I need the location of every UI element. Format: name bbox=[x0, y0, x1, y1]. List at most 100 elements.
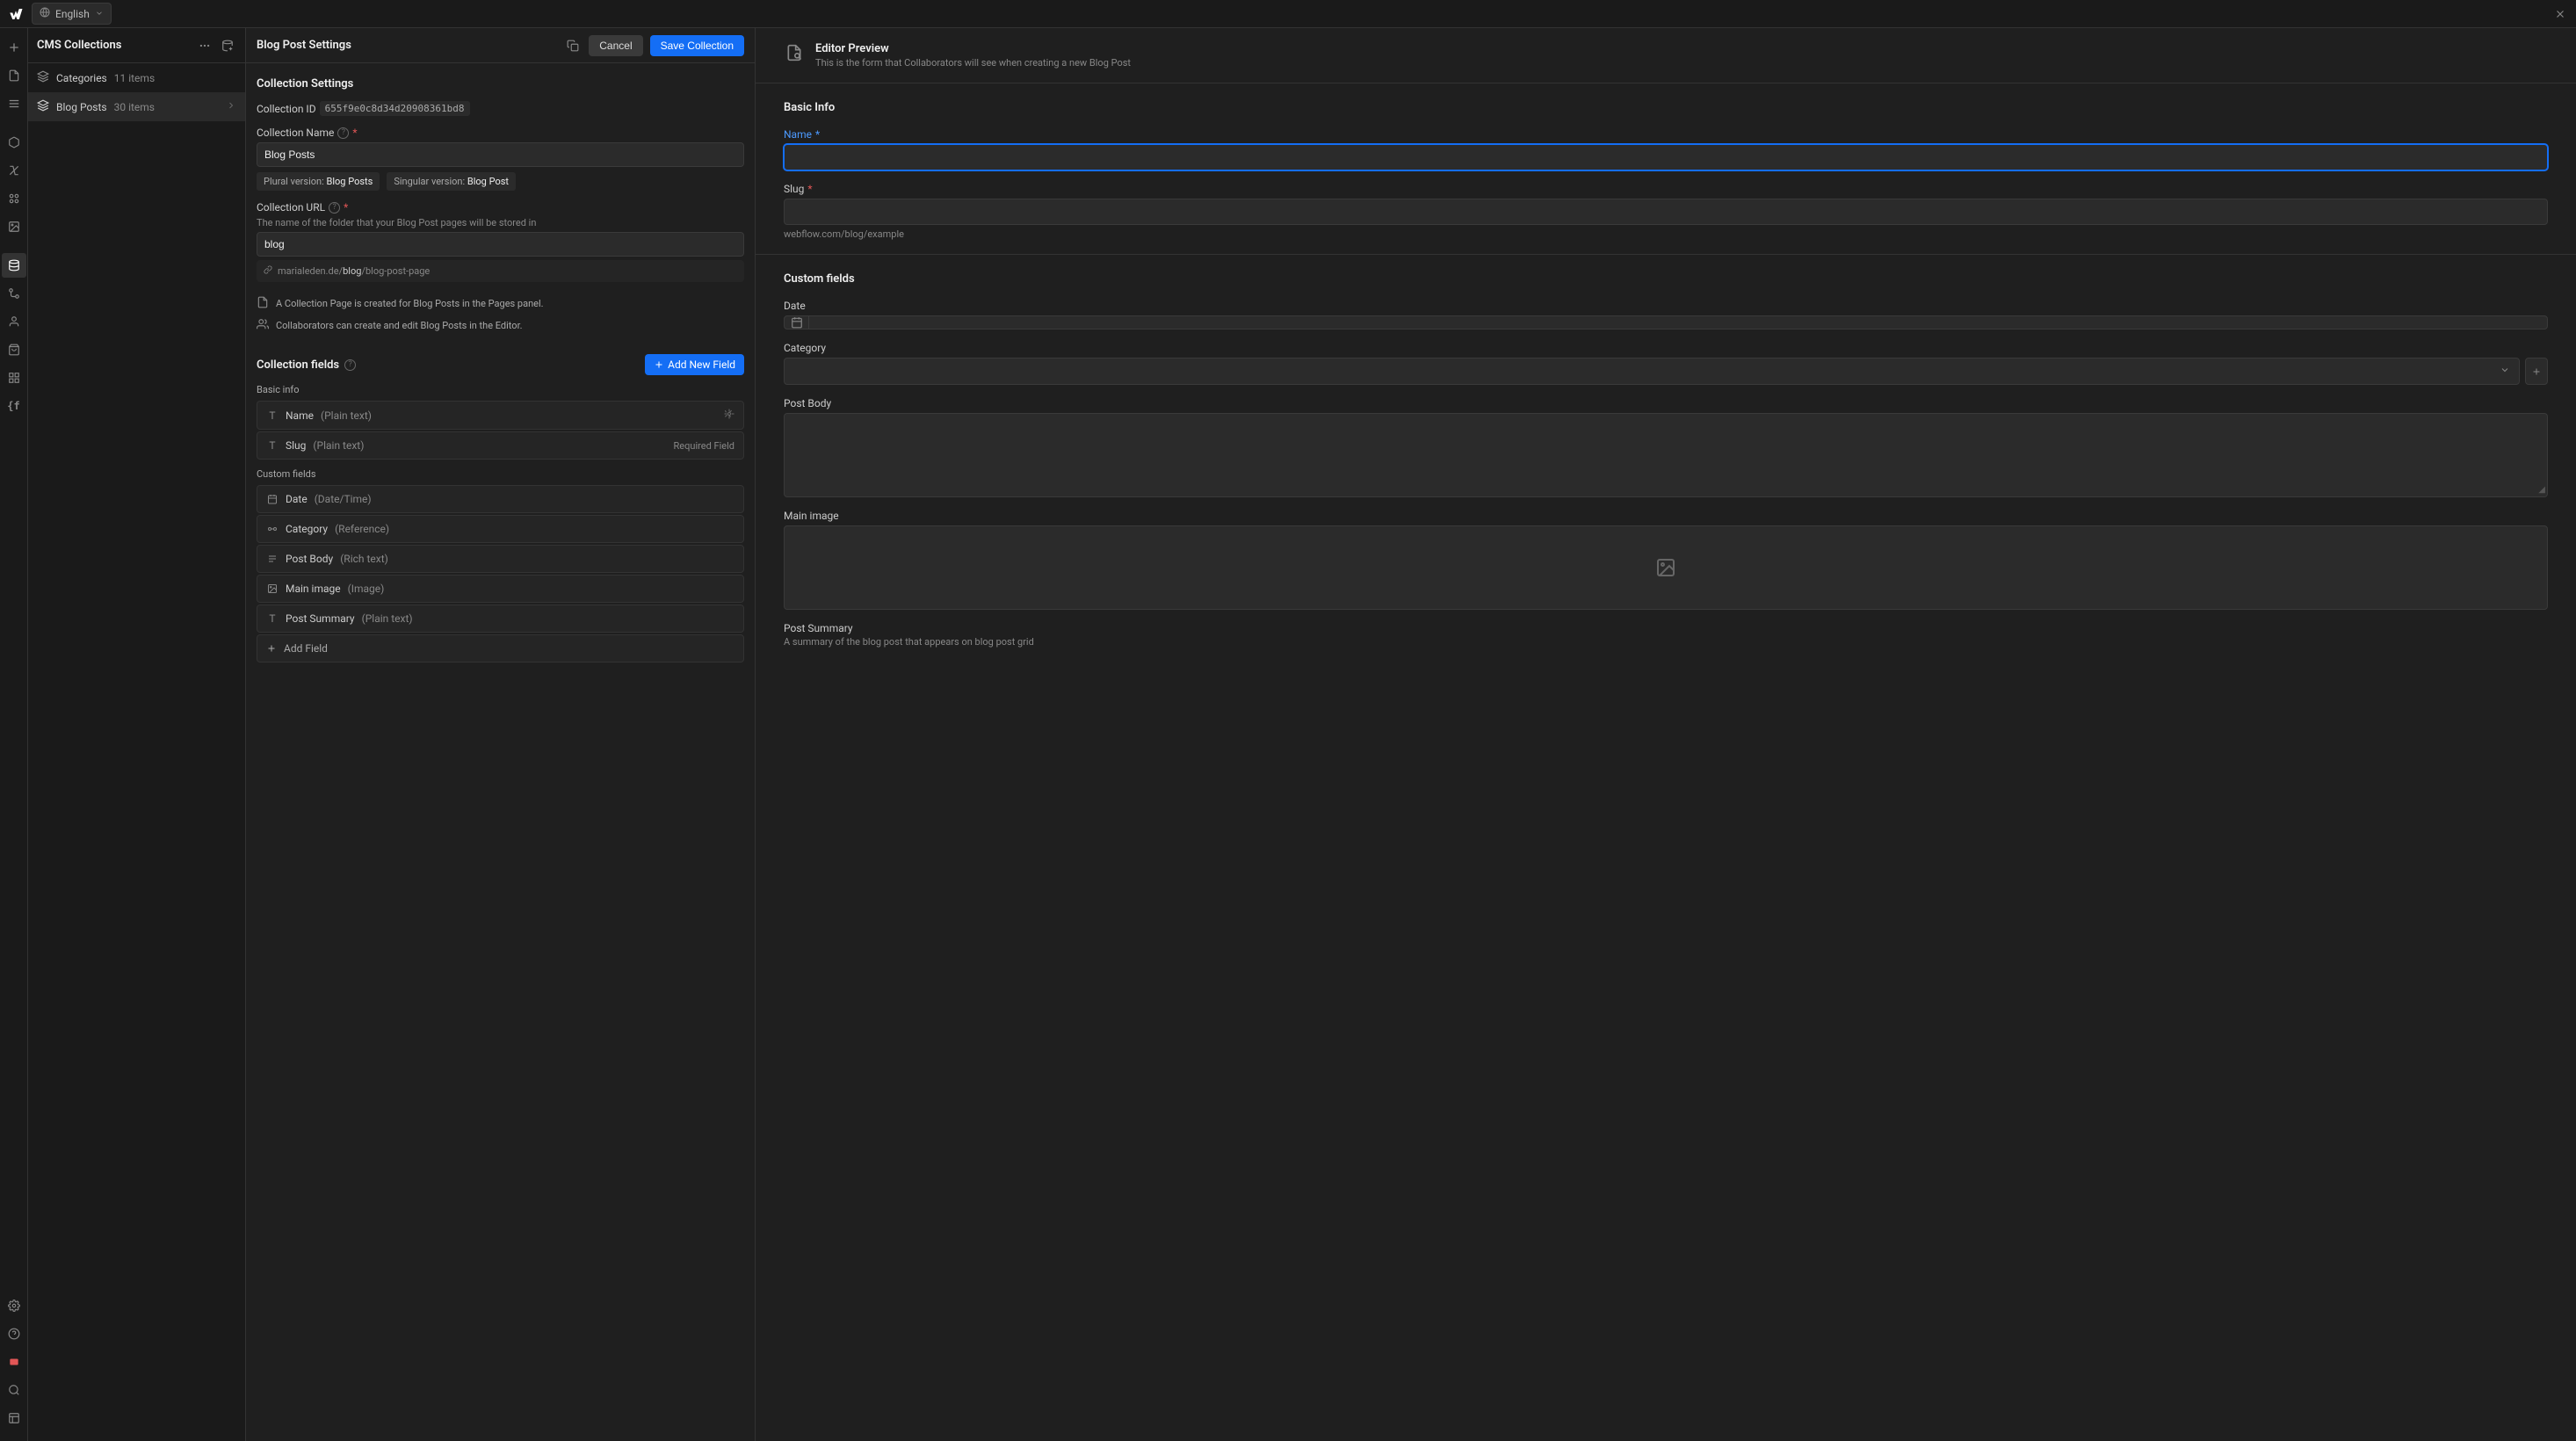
collection-url-input[interactable] bbox=[257, 232, 744, 257]
collection-item-categories[interactable]: Categories 11 items bbox=[28, 63, 245, 92]
field-type: (Rich text) bbox=[340, 553, 388, 565]
main-image-field-label: Main image bbox=[784, 510, 2548, 522]
field-row-post-summary[interactable]: T Post Summary (Plain text) bbox=[257, 605, 744, 633]
preview-title: Editor Preview bbox=[815, 42, 1131, 55]
required-indicator: * bbox=[344, 201, 348, 214]
singular-badge: Singular version: Blog Post bbox=[387, 172, 516, 191]
stack-icon bbox=[37, 70, 49, 85]
collection-count: 30 items bbox=[114, 101, 155, 113]
url-preview: marialeden.de/blog/blog-post-page bbox=[257, 260, 744, 282]
collection-url-hint: The name of the folder that your Blog Po… bbox=[257, 217, 744, 228]
category-select[interactable] bbox=[784, 358, 2520, 385]
stack-icon bbox=[37, 99, 49, 114]
required-label: Required Field bbox=[674, 440, 734, 452]
calendar-icon bbox=[785, 316, 809, 329]
globe-icon bbox=[40, 7, 50, 20]
cancel-button[interactable]: Cancel bbox=[589, 35, 642, 56]
left-rail: {f bbox=[0, 28, 28, 1441]
info-pages: A Collection Page is created for Blog Po… bbox=[257, 293, 744, 315]
copy-icon[interactable] bbox=[564, 37, 582, 54]
add-category-button[interactable] bbox=[2525, 358, 2548, 385]
field-name: Date bbox=[286, 493, 308, 505]
chevron-right-icon bbox=[226, 100, 236, 113]
audit-icon[interactable] bbox=[2, 1406, 26, 1430]
help-icon[interactable] bbox=[2, 1322, 26, 1346]
logic-icon[interactable] bbox=[2, 281, 26, 306]
collection-item-blog-posts[interactable]: Blog Posts 30 items bbox=[28, 92, 245, 121]
basic-info-subtitle: Basic info bbox=[257, 384, 744, 395]
post-summary-hint: A summary of the blog post that appears … bbox=[784, 636, 2548, 648]
collection-url-label: Collection URL bbox=[257, 201, 325, 214]
topbar: English bbox=[0, 0, 2576, 28]
field-row-name[interactable]: T Name (Plain text) bbox=[257, 401, 744, 430]
field-type: (Plain text) bbox=[321, 409, 372, 422]
name-input[interactable] bbox=[784, 144, 2548, 170]
field-name: Category bbox=[286, 523, 328, 535]
plural-badge: Plural version: Blog Posts bbox=[257, 172, 380, 191]
date-field-label: Date bbox=[784, 300, 2548, 312]
date-input[interactable] bbox=[784, 315, 2548, 329]
add-field-button[interactable]: Add Field bbox=[257, 634, 744, 663]
search-icon[interactable] bbox=[2, 1378, 26, 1402]
preview-panel: Editor Preview This is the form that Col… bbox=[756, 28, 2576, 1441]
apps-icon[interactable] bbox=[2, 366, 26, 390]
collection-fields-title: Collection fields bbox=[257, 358, 339, 372]
field-name: Post Body bbox=[286, 553, 333, 565]
collection-id-value: 655f9e0c8d34d20908361bd8 bbox=[320, 101, 470, 116]
field-row-main-image[interactable]: Main image (Image) bbox=[257, 575, 744, 603]
help-icon[interactable]: ? bbox=[344, 359, 356, 371]
slug-hint: webflow.com/blog/example bbox=[784, 228, 2548, 240]
image-icon bbox=[266, 583, 279, 595]
collection-settings-title: Collection Settings bbox=[257, 77, 744, 91]
collections-title: CMS Collections bbox=[37, 39, 121, 52]
main-image-dropzone[interactable] bbox=[784, 525, 2548, 610]
field-type: (Date/Time) bbox=[315, 493, 372, 505]
custom-fields-subtitle: Custom fields bbox=[257, 468, 744, 480]
add-new-field-button[interactable]: Add New Field bbox=[645, 354, 744, 375]
help-icon[interactable]: ? bbox=[329, 202, 340, 214]
collection-name: Categories bbox=[56, 72, 107, 84]
info-editor: Collaborators can create and edit Blog P… bbox=[257, 315, 744, 337]
collections-menu-icon[interactable] bbox=[196, 37, 213, 54]
field-name: Name bbox=[286, 409, 314, 422]
field-type: (Plain text) bbox=[313, 439, 364, 452]
cms-icon[interactable] bbox=[2, 253, 26, 278]
close-button[interactable] bbox=[2551, 5, 2569, 23]
post-body-input[interactable]: ◢ bbox=[784, 413, 2548, 497]
gear-icon[interactable] bbox=[724, 409, 734, 422]
webflow-logo[interactable] bbox=[7, 5, 25, 23]
required-indicator: * bbox=[352, 127, 357, 139]
field-row-slug[interactable]: T Slug (Plain text) Required Field bbox=[257, 431, 744, 460]
name-field-label: Name* bbox=[784, 128, 2548, 141]
language-selector[interactable]: English bbox=[32, 3, 112, 25]
add-collection-icon[interactable] bbox=[219, 37, 236, 54]
styles-icon[interactable] bbox=[2, 186, 26, 211]
help-icon[interactable]: ? bbox=[337, 127, 349, 139]
collection-id-label: Collection ID bbox=[257, 103, 316, 115]
save-button[interactable]: Save Collection bbox=[650, 35, 744, 56]
add-icon[interactable] bbox=[2, 35, 26, 60]
navigator-icon[interactable] bbox=[2, 91, 26, 116]
settings-panel: Blog Post Settings Cancel Save Collectio… bbox=[246, 28, 756, 1441]
field-row-category[interactable]: Category (Reference) bbox=[257, 515, 744, 543]
variables-icon[interactable] bbox=[2, 158, 26, 183]
pages-icon[interactable] bbox=[2, 63, 26, 88]
text-icon: T bbox=[266, 612, 279, 625]
slug-field-label: Slug* bbox=[784, 183, 2548, 195]
users-icon[interactable] bbox=[2, 309, 26, 334]
link-icon bbox=[264, 265, 272, 277]
code-icon[interactable]: {f bbox=[2, 394, 26, 418]
ecommerce-icon[interactable] bbox=[2, 337, 26, 362]
collection-count: 11 items bbox=[114, 72, 155, 84]
collection-name-input[interactable] bbox=[257, 142, 744, 167]
components-icon[interactable] bbox=[2, 130, 26, 155]
field-row-date[interactable]: Date (Date/Time) bbox=[257, 485, 744, 513]
resize-handle-icon[interactable]: ◢ bbox=[2538, 485, 2545, 495]
language-label: English bbox=[55, 8, 90, 20]
field-row-post-body[interactable]: Post Body (Rich text) bbox=[257, 545, 744, 573]
settings-icon[interactable] bbox=[2, 1293, 26, 1318]
assets-icon[interactable] bbox=[2, 214, 26, 239]
slug-input[interactable] bbox=[784, 199, 2548, 225]
post-summary-field-label: Post Summary bbox=[784, 622, 2548, 634]
video-icon[interactable] bbox=[2, 1350, 26, 1374]
